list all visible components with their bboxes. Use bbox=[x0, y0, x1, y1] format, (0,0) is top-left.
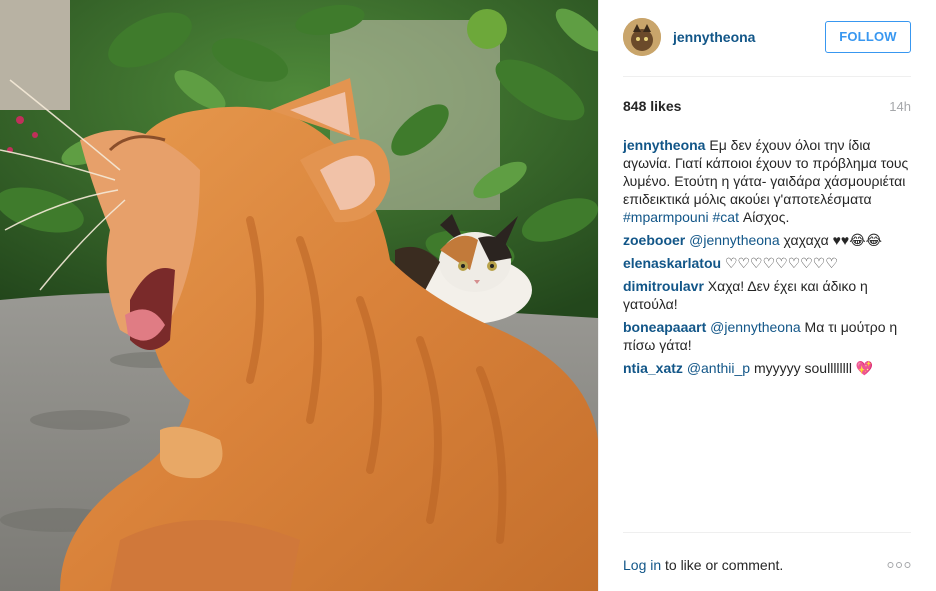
comment-text: myyyyy soullllllll bbox=[750, 360, 856, 376]
comment-item: boneapaaart @jennytheona Μα τι μούτρο η … bbox=[623, 318, 913, 354]
comment-item: ntia_xatz @anthii_p myyyyy soullllllll 💖 bbox=[623, 359, 913, 377]
login-prompt-text: to like or comment. bbox=[665, 557, 784, 573]
comment-author-link[interactable]: ntia_xatz bbox=[623, 360, 683, 376]
follow-button[interactable]: FOLLOW bbox=[825, 21, 911, 53]
comment-author-link[interactable]: boneapaaart bbox=[623, 319, 706, 335]
comment-item: zoebooer @jennytheona χαχαχα ♥♥😂😂 bbox=[623, 231, 913, 249]
mention-link[interactable]: @jennytheona bbox=[689, 232, 780, 248]
mention-link[interactable]: @anthii_p bbox=[687, 360, 750, 376]
heart-emoji-icon: 💖 bbox=[855, 360, 874, 376]
more-options-icon[interactable] bbox=[887, 556, 911, 574]
comment-text: ♡♡♡♡♡♡♡♡♡ bbox=[721, 255, 838, 271]
hashtag-link[interactable]: #cat bbox=[713, 209, 739, 225]
post-footer: Log in to like or comment. bbox=[623, 556, 911, 576]
post-timestamp[interactable]: 14h bbox=[889, 99, 911, 114]
avatar[interactable] bbox=[623, 18, 661, 56]
comment-author-link[interactable]: zoebooer bbox=[623, 232, 685, 248]
comment-item: dimitroulavr Χαχα! Δεν έχει και άδικο η … bbox=[623, 277, 913, 313]
login-link[interactable]: Log in bbox=[623, 557, 661, 573]
post-photo[interactable] bbox=[0, 0, 598, 591]
comment-text: χαχαχα ♥♥😂😂 bbox=[779, 232, 882, 248]
comment-item: jennytheona Εμ δεν έχουν όλοι την ίδια α… bbox=[623, 136, 913, 226]
comment-author-link[interactable]: jennytheona bbox=[623, 137, 705, 153]
post-header: jennytheona FOLLOW bbox=[599, 0, 935, 77]
footer-divider bbox=[623, 532, 911, 533]
post-sidebar: jennytheona FOLLOW 848 likes 14h jennyth… bbox=[598, 0, 936, 591]
header-username-link[interactable]: jennytheona bbox=[673, 29, 755, 45]
hashtag-link[interactable]: #mparmpouni bbox=[623, 209, 709, 225]
likes-count[interactable]: 848 likes bbox=[623, 98, 681, 114]
comment-author-link[interactable]: dimitroulavr bbox=[623, 278, 704, 294]
comment-author-link[interactable]: elenaskarlatou bbox=[623, 255, 721, 271]
avatar-image bbox=[623, 18, 661, 56]
mention-link[interactable]: @jennytheona bbox=[710, 319, 801, 335]
header-divider bbox=[623, 76, 911, 77]
comment-item: elenaskarlatou ♡♡♡♡♡♡♡♡♡ bbox=[623, 254, 913, 272]
comments-list: jennytheona Εμ δεν έχουν όλοι την ίδια α… bbox=[623, 136, 913, 382]
cat-photo-image bbox=[0, 0, 598, 591]
likes-row: 848 likes 14h bbox=[623, 98, 911, 116]
comment-text: Αίσχος. bbox=[738, 209, 790, 225]
